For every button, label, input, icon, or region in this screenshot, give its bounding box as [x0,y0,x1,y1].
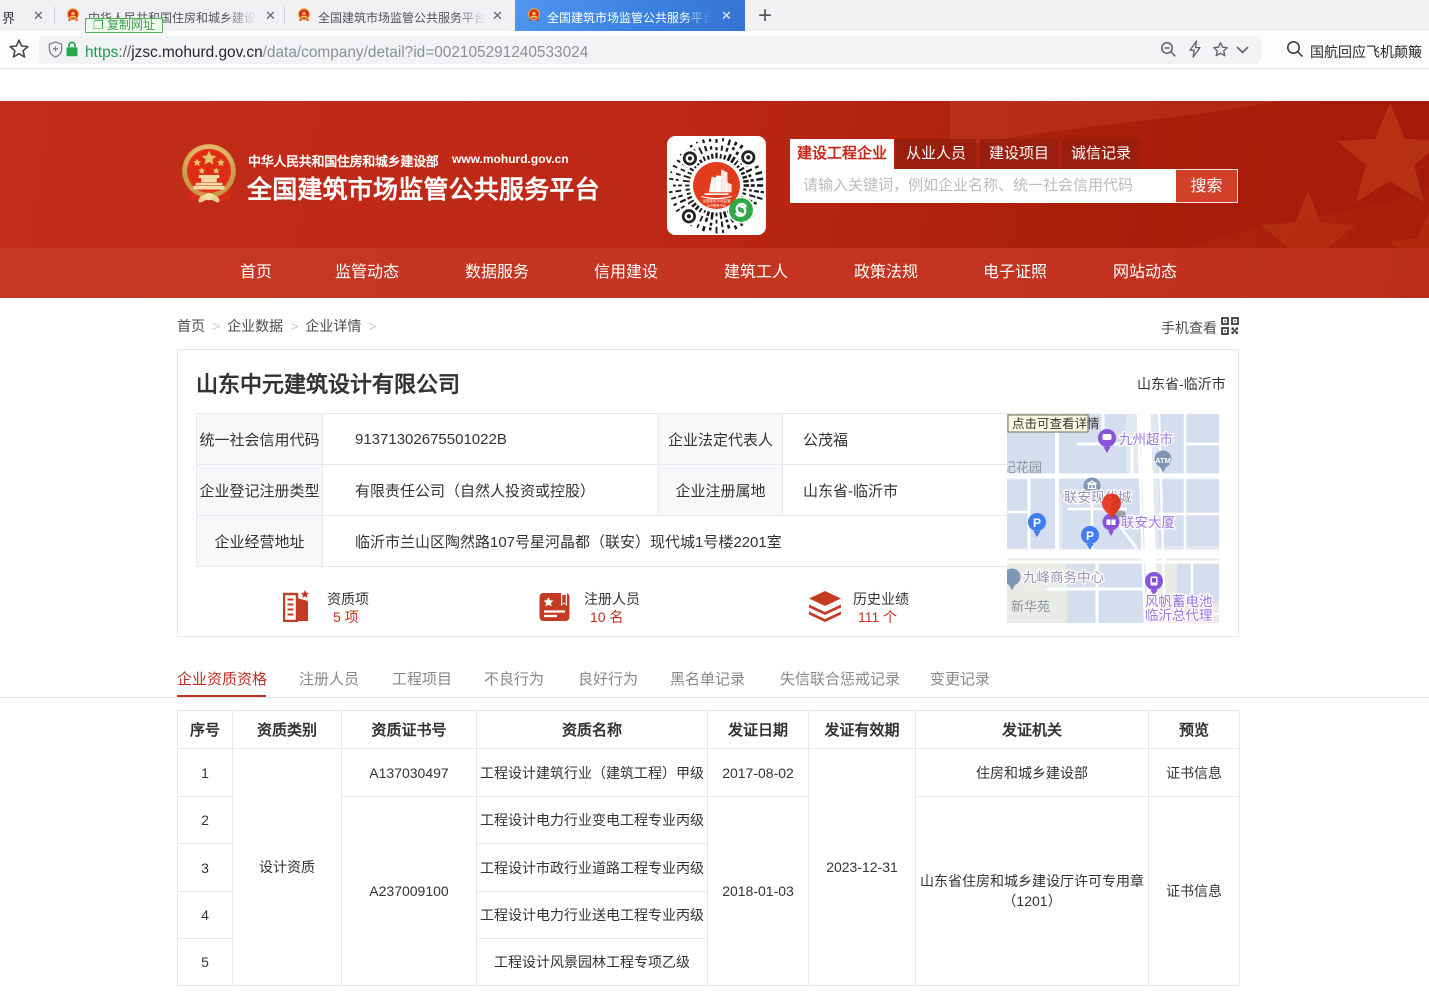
svg-text:风帆蓄电池: 风帆蓄电池 [1145,594,1213,609]
svg-text:P: P [1033,516,1041,530]
svg-text:九州超市: 九州超市 [1119,431,1173,447]
svg-text:新华苑: 新华苑 [1011,599,1050,614]
svg-text:九峰商务中心: 九峰商务中心 [1023,570,1104,585]
svg-text:P: P [1086,529,1094,543]
svg-text:公共服务平台: 公共服务平台 [707,202,726,207]
svg-text:联安大厦: 联安大厦 [1121,515,1175,530]
svg-text:ATM: ATM [1155,456,1171,465]
svg-text:联安现代城: 联安现代城 [1064,490,1132,505]
svg-text:临沂总代理: 临沂总代理 [1145,608,1213,623]
svg-text:点击可查看详情: 点击可查看详情 [1012,416,1100,431]
svg-text:记花园: 记花园 [1007,460,1042,475]
